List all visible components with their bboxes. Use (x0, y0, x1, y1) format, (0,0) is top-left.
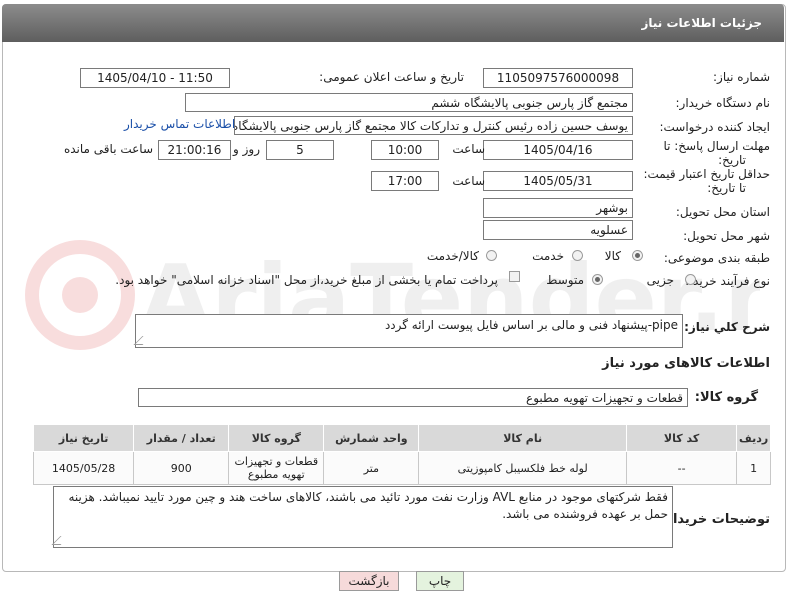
category-label: طبقه بندی موضوعی: (663, 251, 770, 265)
buyer-contact-link[interactable]: اطلاعات تماس خریدار (124, 117, 235, 131)
cell-need-date: 1405/05/28 (32, 451, 135, 485)
category-radio-service[interactable] (572, 250, 583, 261)
validity-date-label: تا تاریخ: (707, 181, 746, 195)
days-field: 5 (266, 140, 334, 160)
remaining-time-label: ساعت باقی مانده (63, 142, 153, 156)
goods-group-field: قطعات و تجهیزات تهویه مطبوع (138, 388, 688, 407)
buyer-org-label: نام دستگاه خریدار: (675, 96, 771, 110)
category-radio-goods-service[interactable] (486, 250, 497, 261)
city-field: عسلویه (483, 220, 633, 240)
back-button[interactable]: بازگشت (339, 571, 399, 591)
buyer-notes-label: توضیحات خریدار: (660, 512, 770, 527)
buyer-notes-text: فقط شرکتهای موجود در منابع AVL وزارت نفت… (68, 490, 668, 521)
goods-section-title: اطلاعات کالاهای مورد نیاز (602, 356, 770, 371)
validity-time-field: 17:00 (371, 171, 439, 191)
process-option-medium: متوسط (546, 273, 584, 287)
process-option-minor: جزیی (646, 273, 674, 287)
category-option-goods: کالا (604, 249, 621, 263)
cell-unit: متر (323, 451, 420, 485)
category-option-service: خدمت (532, 249, 564, 263)
deadline-time-field: 10:00 (371, 140, 439, 160)
goods-group-label: گروه کالا: (694, 390, 758, 405)
province-label: استان محل تحویل: (675, 205, 770, 219)
city-label: شهر محل تحویل: (683, 229, 770, 243)
col-code: کد کالا (625, 424, 738, 452)
need-number-field: 1105097576000098 (483, 68, 633, 88)
cell-row: 1 (736, 451, 771, 485)
deadline-date-field: 1405/04/16 (483, 140, 633, 160)
description-text: pipe-پیشنهاد فنی و مالی بر اساس فایل پیو… (384, 318, 678, 332)
buyer-notes-textarea[interactable]: فقط شرکتهای موجود در منابع AVL وزارت نفت… (51, 486, 673, 548)
category-option-goods-service: کالا/خدمت (426, 249, 479, 263)
print-button[interactable]: چاپ (416, 571, 464, 591)
need-number-label: شماره نیاز: (713, 70, 770, 84)
process-radio-minor[interactable] (685, 274, 696, 285)
items-table: ردیف کد کالا نام کالا واحد شمارش گروه کا… (32, 424, 771, 485)
creator-field: یوسف حسین زاده رئیس کنترل و تدارکات کالا… (234, 116, 633, 135)
col-name: نام کالا (418, 424, 627, 452)
col-quantity: تعداد / مقدار (133, 424, 230, 452)
items-table-header: ردیف کد کالا نام کالا واحد شمارش گروه کا… (32, 424, 771, 452)
buyer-org-field: مجتمع گاز پارس جنوبی پالایشگاه ششم (185, 93, 633, 112)
table-row: 1 -- لوله خط فلکسیبل کامپوزیتی متر قطعات… (32, 451, 771, 485)
creator-label: ایجاد کننده درخواست: (659, 120, 770, 134)
category-radio-goods[interactable] (632, 250, 643, 261)
payment-checkbox[interactable] (509, 271, 520, 282)
deadline-label: مهلت ارسال پاسخ: تا (663, 139, 770, 153)
deadline-time-label: ساعت (452, 142, 485, 156)
description-label: شرح كلي نياز: (684, 320, 770, 334)
validity-label: حداقل تاریخ اعتبار قیمت: (643, 167, 770, 181)
days-label: روز و (233, 142, 260, 156)
panel-header: جزئیات اطلاعات نیاز (2, 4, 784, 42)
deadline-date-label: تاریخ: (718, 153, 746, 167)
announce-field: 1405/04/10 - 11:50 (80, 68, 230, 88)
col-unit: واحد شمارش (323, 424, 420, 452)
process-radio-medium[interactable] (592, 274, 603, 285)
validity-date-field: 1405/05/31 (483, 171, 633, 191)
cell-quantity: 900 (133, 451, 230, 485)
cell-name: لوله خط فلکسیبل کامپوزیتی (418, 451, 627, 485)
col-need-date: تاریخ نیاز (32, 424, 135, 452)
remaining-time-field: 21:00:16 (158, 140, 231, 160)
payment-note: پرداخت تمام یا بخشی از مبلغ خرید،از محل … (115, 273, 498, 287)
announce-label: تاریخ و ساعت اعلان عمومی: (319, 70, 464, 84)
col-row: ردیف (736, 424, 771, 452)
province-field: بوشهر (483, 198, 633, 218)
col-group: گروه کالا (228, 424, 325, 452)
validity-time-label: ساعت (452, 174, 485, 188)
process-label: نوع فرآیند خرید : (685, 274, 770, 288)
cell-group: قطعات و تجهیزات تهویه مطبوع (228, 451, 325, 485)
cell-code: -- (625, 451, 738, 485)
description-textarea[interactable]: pipe-پیشنهاد فنی و مالی بر اساس فایل پیو… (133, 314, 683, 348)
panel-title: جزئیات اطلاعات نیاز (641, 16, 762, 30)
